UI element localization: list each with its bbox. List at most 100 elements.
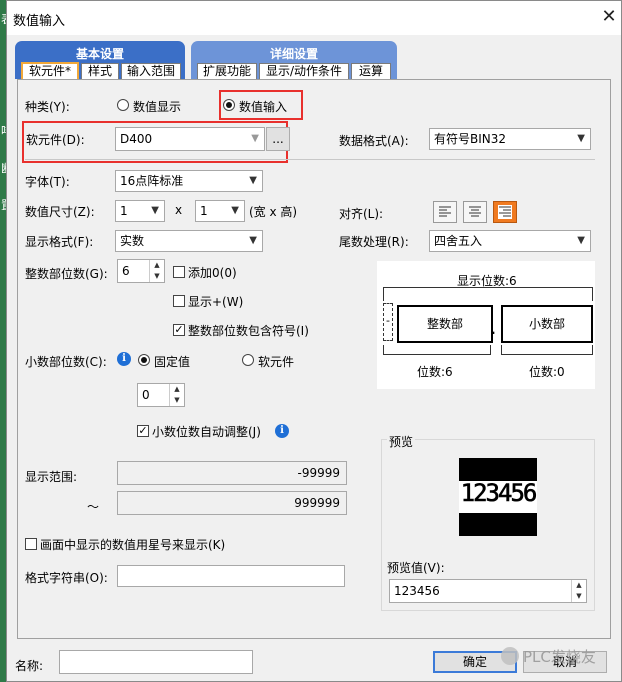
- asterisk-label: 画面中显示的数值用星号来显示(K): [40, 538, 226, 552]
- int-count-bracket: [383, 345, 491, 355]
- format-string-label: 格式字符串(O):: [25, 571, 108, 585]
- tail-value: 四舍五入: [434, 234, 483, 248]
- range-max-field: 999999: [117, 491, 347, 515]
- browse-device-button[interactable]: ...: [266, 127, 290, 151]
- name-label: 名称:: [15, 659, 44, 673]
- size-width-value: 1: [120, 204, 128, 218]
- format-string-input[interactable]: [117, 565, 345, 587]
- radio-numeric-display-label: 数值显示: [133, 100, 182, 114]
- auto-adjust-checkbox[interactable]: ✓: [137, 425, 149, 437]
- info-icon[interactable]: i: [275, 424, 289, 438]
- divider: [25, 159, 595, 160]
- data-format-select[interactable]: 有符号BIN32 ▼: [429, 128, 591, 150]
- display-format-label: 显示格式(F):: [25, 235, 94, 249]
- int-digits-stepper[interactable]: 6 ▲ ▼: [117, 259, 165, 283]
- align-center-icon: [469, 206, 481, 217]
- preview-label: 预览: [387, 433, 416, 450]
- tab-display-condition[interactable]: 显示/动作条件: [259, 63, 349, 79]
- auto-adjust-label: 小数位数自动调整(J): [152, 425, 261, 439]
- asterisk-checkbox[interactable]: [25, 538, 37, 550]
- preview-display-text: 123456: [460, 479, 537, 508]
- range-tilde: ～: [87, 500, 100, 514]
- chevron-down-icon: ▼: [151, 205, 159, 216]
- display-format-select[interactable]: 实数 ▼: [115, 230, 263, 252]
- sign-box: -: [383, 303, 393, 341]
- range-min-field: -99999: [117, 461, 347, 485]
- chevron-down-icon: ▼: [251, 133, 259, 144]
- close-icon[interactable]: ✕: [597, 5, 621, 29]
- spin-down-icon[interactable]: ▼: [149, 271, 164, 282]
- radio-dec-device-label: 软元件: [258, 355, 295, 369]
- chevron-down-icon: ▼: [577, 133, 585, 144]
- radio-fixed-value[interactable]: [138, 354, 150, 366]
- align-left-button[interactable]: [433, 201, 457, 223]
- radio-dec-device[interactable]: [242, 354, 254, 366]
- tail-select[interactable]: 四舍五入 ▼: [429, 230, 591, 252]
- spin-up-icon[interactable]: ▲: [149, 260, 164, 271]
- name-input[interactable]: [59, 650, 253, 674]
- dec-digits-value: 0: [142, 388, 150, 402]
- add-zero-checkbox[interactable]: [173, 266, 185, 278]
- size-height-select[interactable]: 1 ▼: [195, 200, 245, 222]
- tab-calculation[interactable]: 运算: [351, 63, 391, 79]
- tab-group-basic-label: 基本设置: [75, 47, 124, 61]
- chevron-down-icon: ▼: [577, 235, 585, 246]
- title-bar: 数值输入 ✕: [7, 1, 621, 35]
- display-format-value: 实数: [120, 234, 145, 248]
- wechat-logo-icon: [501, 647, 519, 665]
- device-label: 软元件(D):: [26, 133, 85, 147]
- include-sign-checkbox[interactable]: ✓: [173, 324, 185, 336]
- spin-up-icon[interactable]: ▲: [571, 580, 586, 591]
- show-plus-label: 显示+(W): [188, 295, 244, 309]
- radio-fixed-value-label: 固定值: [154, 355, 191, 369]
- numeric-input-dialog: 数值输入 ✕ 基本设置 软元件* 样式 输入范围 详细设置 扩展功能 显示/动作…: [6, 0, 622, 682]
- data-format-label: 数据格式(A):: [339, 134, 409, 148]
- align-right-button[interactable]: [493, 201, 517, 223]
- preview-value-stepper[interactable]: 123456 ▲ ▼: [389, 579, 587, 603]
- data-format-value: 有符号BIN32: [434, 132, 507, 146]
- tab-input-range[interactable]: 输入范围: [121, 63, 181, 79]
- font-value: 16点阵标准: [120, 174, 184, 188]
- include-sign-label: 整数部位数包含符号(I): [188, 324, 309, 338]
- size-label: 数值尺寸(Z):: [25, 205, 95, 219]
- device-value: D400: [120, 132, 153, 146]
- align-left-icon: [439, 206, 451, 217]
- radio-numeric-display[interactable]: [117, 99, 129, 111]
- show-plus-checkbox[interactable]: [173, 295, 185, 307]
- align-right-icon: [498, 205, 512, 219]
- info-icon[interactable]: i: [117, 352, 131, 366]
- tab-device[interactable]: 软元件*: [21, 62, 79, 80]
- spin-down-icon[interactable]: ▼: [571, 591, 586, 602]
- dec-part-box: 小数部: [501, 305, 593, 343]
- align-center-button[interactable]: [463, 201, 487, 223]
- size-unit: (宽 x 高): [249, 205, 298, 219]
- device-input[interactable]: D400 ▼: [115, 127, 265, 151]
- tab-extended[interactable]: 扩展功能: [197, 63, 257, 79]
- display-digits-bracket: [383, 287, 593, 301]
- size-separator: x: [175, 203, 183, 217]
- font-label: 字体(T):: [25, 175, 70, 189]
- size-height-value: 1: [200, 204, 208, 218]
- int-digits-label: 整数部位数(G):: [25, 267, 108, 281]
- tail-label: 尾数处理(R):: [339, 235, 409, 249]
- chevron-down-icon: ▼: [249, 235, 257, 246]
- spin-down-icon[interactable]: ▼: [169, 395, 184, 406]
- align-label: 对齐(L):: [339, 207, 384, 221]
- range-label: 显示范围:: [25, 470, 78, 484]
- int-count-text: 位数:6: [417, 365, 453, 379]
- int-part-box: 整数部: [397, 305, 493, 343]
- tab-style[interactable]: 样式: [81, 63, 119, 79]
- radio-numeric-input[interactable]: [223, 99, 235, 111]
- int-digits-value: 6: [122, 264, 130, 278]
- dec-digits-stepper[interactable]: 0 ▲ ▼: [137, 383, 185, 407]
- size-width-select[interactable]: 1 ▼: [115, 200, 165, 222]
- spin-up-icon[interactable]: ▲: [169, 384, 184, 395]
- font-select[interactable]: 16点阵标准 ▼: [115, 170, 263, 192]
- tab-group-detail-label: 详细设置: [269, 47, 318, 61]
- dec-count-text: 位数:0: [529, 365, 565, 379]
- dec-digits-label: 小数部位数(C):: [25, 355, 107, 369]
- chevron-down-icon: ▼: [249, 175, 257, 186]
- chevron-down-icon: ▼: [231, 205, 239, 216]
- window-title: 数值输入: [13, 14, 66, 29]
- add-zero-label: 添加0(0): [188, 266, 237, 280]
